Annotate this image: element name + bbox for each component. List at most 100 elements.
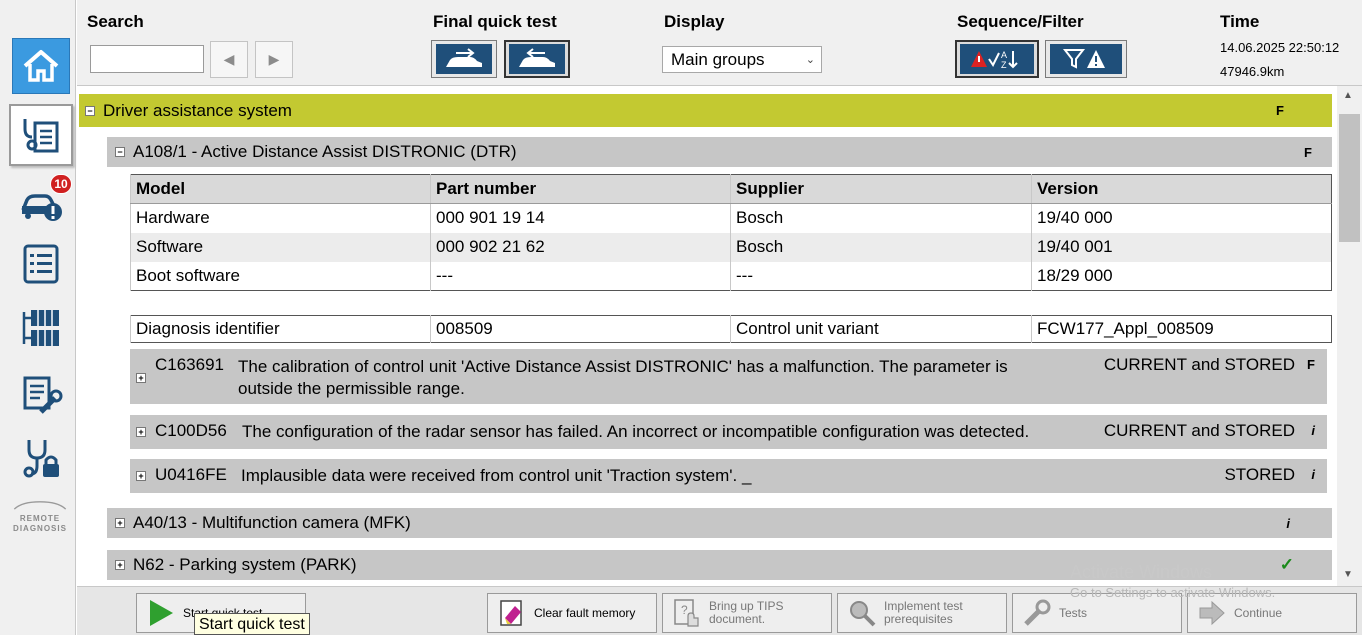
- control-unit-grid-icon: [22, 310, 59, 346]
- checkmark-icon: ✓: [1279, 555, 1294, 574]
- scroll-down-icon[interactable]: ▼: [1343, 569, 1353, 580]
- table-cell: 18/29 000: [1031, 261, 1332, 291]
- arrow-right-icon: ▶: [268, 51, 280, 67]
- table-cell: 000 902 21 62: [430, 232, 731, 262]
- fault-row[interactable]: + C163691 The calibration of control uni…: [130, 349, 1327, 404]
- remote-label: REMOTE: [19, 514, 61, 523]
- diagnosis-button[interactable]: [9, 104, 73, 166]
- fault-code: C163691: [155, 355, 225, 374]
- home-icon: [23, 50, 59, 82]
- chevron-down-icon: ⌄: [805, 54, 815, 66]
- ecu-title: A40/13 - Multifunction camera (MFK): [133, 513, 411, 532]
- mileage-text: 47946.9km: [1220, 64, 1285, 79]
- expand-icon[interactable]: +: [136, 373, 146, 383]
- search-next-button[interactable]: ▶: [255, 41, 293, 78]
- scroll-up-icon[interactable]: ▲: [1343, 90, 1353, 101]
- diagnosis-id-table: Diagnosis identifier 008509 Control unit…: [130, 315, 1332, 343]
- version-table: Model Part number Supplier Version Hardw…: [130, 174, 1332, 291]
- fault-flag-icon: F: [1307, 357, 1315, 372]
- diagnosis-label: DIAGNOSIS: [13, 524, 67, 533]
- fault-description: Implausible data were received from cont…: [241, 465, 751, 487]
- ecu-title: A108/1 - Active Distance Assist DISTRONI…: [133, 142, 517, 161]
- security-diagnosis-button[interactable]: [12, 430, 70, 486]
- info-icon: i: [1311, 467, 1315, 482]
- bring-up-tips-label: Bring up TIPS document.: [709, 600, 783, 626]
- wrench-icon: [1021, 597, 1053, 629]
- expand-icon[interactable]: +: [136, 427, 146, 437]
- main-content: − Driver assistance system F − A108/1 - …: [77, 86, 1336, 586]
- fault-description-line: The configuration of the radar sensor ha…: [242, 422, 1030, 441]
- fault-status: CURRENT and STORED: [1103, 355, 1295, 374]
- implement-label: Implement test prerequisites: [884, 600, 963, 626]
- fault-row[interactable]: + C100D56 The configuration of the radar…: [130, 415, 1327, 449]
- filter-button[interactable]: [1045, 40, 1127, 78]
- clear-fault-memory-label: Clear fault memory: [534, 605, 636, 620]
- clear-fault-memory-button[interactable]: Clear fault memory: [487, 593, 657, 633]
- table-cell: Bosch: [730, 203, 1032, 233]
- expand-icon[interactable]: +: [115, 560, 125, 570]
- group-row[interactable]: − Driver assistance system F: [79, 94, 1332, 127]
- search-prev-button[interactable]: ◀: [210, 41, 248, 78]
- svg-text:Z: Z: [1001, 60, 1007, 70]
- scroll-thumb[interactable]: [1339, 114, 1360, 242]
- bring-up-tips-line: document.: [709, 612, 766, 626]
- svg-text:?: ?: [681, 603, 688, 617]
- group-fault-flag: F: [1276, 103, 1284, 118]
- final-quick-test-title: Final quick test: [433, 12, 557, 31]
- fault-description-line: The calibration of control unit 'Active …: [238, 357, 1008, 376]
- eraser-icon: [496, 597, 528, 629]
- expand-icon[interactable]: +: [115, 518, 125, 528]
- car-arrow-left-icon: [519, 48, 555, 67]
- fault-row[interactable]: + U0416FE Implausible data were received…: [130, 459, 1327, 493]
- table-row: Software 000 902 21 62 Bosch 19/40 001: [130, 232, 1332, 262]
- tooltip: Start quick test: [194, 613, 310, 635]
- fault-code: C100D56: [155, 421, 227, 440]
- info-icon: i: [1286, 515, 1290, 531]
- document-hand-icon: ?: [671, 597, 703, 629]
- stethoscope-clipboard-icon: [23, 119, 59, 153]
- ecu-row-a40[interactable]: + A40/13 - Multifunction camera (MFK) i: [107, 508, 1332, 538]
- vehicle-faults-button[interactable]: 10: [12, 174, 72, 232]
- table-cell: Software: [130, 232, 431, 262]
- group-title: Driver assistance system: [103, 100, 292, 120]
- bring-up-tips-button[interactable]: ? Bring up TIPS document.: [662, 593, 832, 633]
- quick-test-forward-button[interactable]: [431, 40, 497, 78]
- home-button[interactable]: [12, 38, 70, 94]
- ecu-row-a108[interactable]: − A108/1 - Active Distance Assist DISTRO…: [107, 137, 1332, 167]
- variant-value: FCW177_Appl_008509: [1031, 315, 1332, 343]
- fault-status: STORED: [1224, 465, 1295, 484]
- table-cell: ---: [730, 261, 1032, 291]
- remote-diagnosis-logo: REMOTE DIAGNOSIS: [6, 500, 74, 534]
- table-row: Hardware 000 901 19 14 Bosch 19/40 000: [130, 203, 1332, 233]
- display-select[interactable]: Main groups ⌄: [662, 46, 822, 73]
- table-cell: 000 901 19 14: [430, 203, 731, 233]
- continue-label: Continue: [1234, 605, 1283, 620]
- collapse-icon[interactable]: −: [85, 105, 95, 116]
- collapse-icon[interactable]: −: [115, 147, 125, 157]
- expand-icon[interactable]: +: [136, 471, 146, 481]
- quick-test-back-button[interactable]: [504, 40, 570, 78]
- stethoscope-lock-icon: [23, 440, 59, 478]
- diag-id-value: 008509: [430, 315, 731, 343]
- control-units-button[interactable]: [12, 300, 70, 356]
- sort-warning-az-icon: A Z: [971, 50, 1018, 70]
- repair-documents-button[interactable]: [12, 366, 70, 422]
- implement-test-prerequisites-button[interactable]: Implement test prerequisites: [837, 593, 1007, 633]
- col-header-model: Model: [130, 174, 431, 204]
- sort-button[interactable]: A Z: [955, 40, 1039, 78]
- fault-status: CURRENT and STORED: [1103, 421, 1295, 440]
- activate-windows-hint: Go to Settings to activate Windows.: [1070, 585, 1276, 600]
- vertical-scrollbar[interactable]: ▲ ▼: [1337, 86, 1362, 586]
- info-icon: i: [1311, 423, 1315, 438]
- svg-text:A: A: [1001, 50, 1007, 60]
- list-button[interactable]: [12, 236, 70, 292]
- search-title: Search: [87, 12, 144, 31]
- list-icon: [23, 244, 59, 284]
- search-input[interactable]: [90, 45, 204, 73]
- tests-label: Tests: [1059, 605, 1088, 620]
- table-cell: Bosch: [730, 232, 1032, 262]
- fault-description: The calibration of control unit 'Active …: [238, 356, 1008, 400]
- fault-description-line: outside the permissible range.: [238, 379, 465, 398]
- arrow-left-icon: ◀: [223, 51, 235, 67]
- activate-windows-watermark: Activate Windows: [1070, 562, 1213, 582]
